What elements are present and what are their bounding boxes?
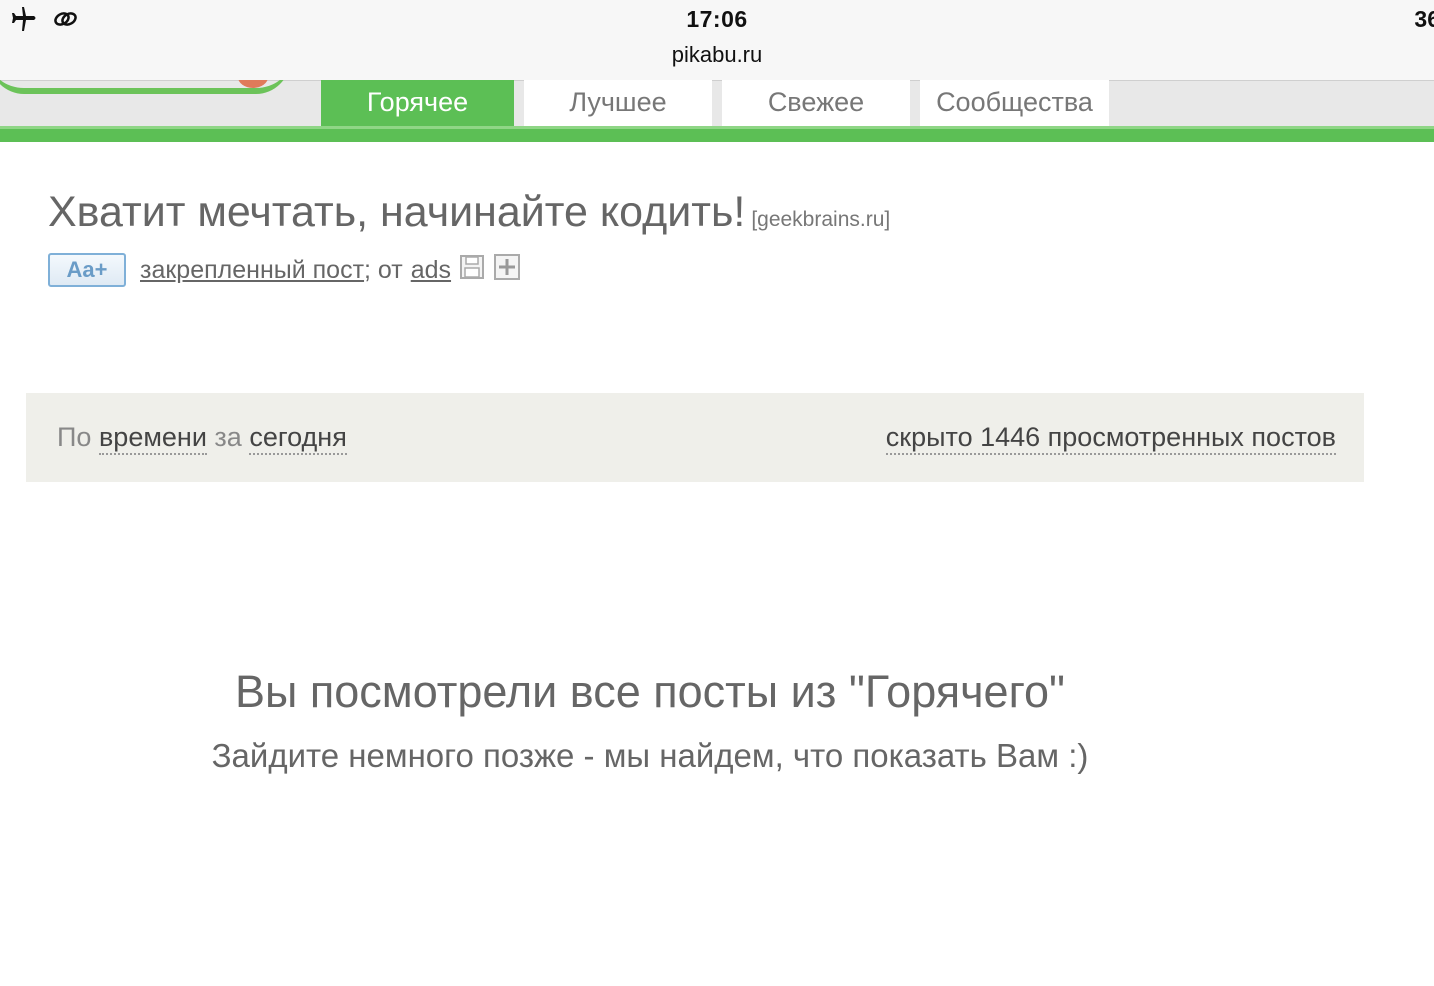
battery-level: 36 [1414,6,1434,32]
site-logo[interactable] [0,80,290,94]
tab-new[interactable]: Свежее [722,80,910,126]
post-meta: Aa+ закрепленный пост ; от ads [48,252,521,288]
period-dropdown[interactable]: сегодня [249,422,347,455]
hidden-posts-link[interactable]: скрыто 1446 просмотренных постов [885,422,1336,455]
hidden-posts-toggle[interactable]: скрыто 1446 просмотренных постов [885,422,1336,455]
sort-middle: за [214,422,242,452]
from-label: ; от [364,255,403,284]
status-time: 17:06 [686,6,748,32]
pinned-post-title-row: Хватит мечтать, начинайте кодить! [geekbr… [48,188,890,237]
sort-filter: По времени за сегодня [57,422,347,455]
filter-bar: По времени за сегодня скрыто 1446 просмо… [26,393,1364,482]
tab-hot[interactable]: Горячее [321,80,514,126]
ios-status-bar: 17:06 pikabu.ru 36 [0,0,1434,81]
sort-prefix: По [57,422,92,452]
save-icon[interactable] [459,254,485,287]
empty-state-title: Вы посмотрели все посты из "Горячего" [235,666,1065,717]
font-size-button[interactable]: Aa+ [48,253,126,287]
tab-communities[interactable]: Сообщества [920,80,1109,126]
address-url[interactable]: pikabu.ru [0,42,1434,68]
tab-best[interactable]: Лучшее [524,80,712,126]
expand-icon[interactable] [493,253,521,288]
post-domain: [geekbrains.ru] [751,208,891,231]
tab-underline [0,126,1434,142]
author-link[interactable]: ads [411,256,451,285]
sort-by-dropdown[interactable]: времени [98,422,207,455]
empty-state-subtitle: Зайдите немного позже - мы найдем, что п… [211,737,1089,774]
post-title[interactable]: Хватит мечтать, начинайте кодить! [48,188,745,236]
pinned-post-link[interactable]: закрепленный пост [140,256,364,285]
